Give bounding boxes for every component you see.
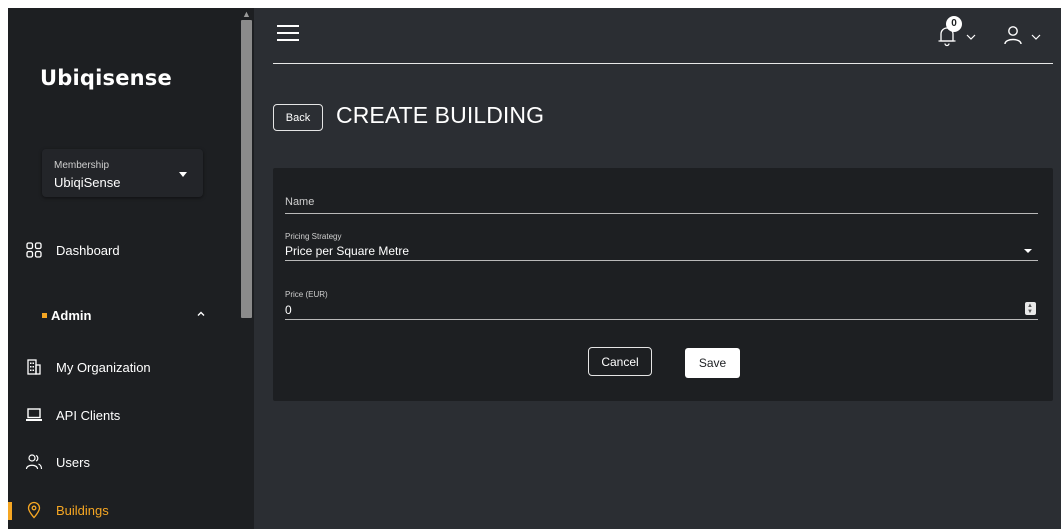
hamburger-menu-icon[interactable] — [277, 25, 299, 43]
sidebar-group-label: Admin — [51, 308, 92, 323]
sidebar-item-label: My Organization — [56, 360, 151, 375]
sidebar-item-api-clients[interactable]: API Clients — [8, 398, 239, 434]
bullet-icon — [42, 313, 47, 318]
sidebar-group-admin[interactable]: Admin — [8, 299, 239, 335]
laptop-icon — [26, 408, 42, 421]
top-header: 0 — [254, 8, 1061, 64]
sidebar-item-buildings[interactable]: Buildings — [8, 493, 239, 529]
pricing-strategy-select[interactable]: Pricing Strategy Price per Square Metre — [285, 232, 1038, 261]
sidebar-item-dashboard[interactable]: Dashboard — [8, 233, 239, 269]
app-window: Ubiqisense Membership UbiqiSense Dashboa… — [8, 8, 1061, 529]
name-input[interactable] — [285, 196, 1025, 210]
price-label: Price (EUR) — [285, 290, 328, 299]
back-button[interactable]: Back — [273, 104, 323, 131]
scrollbar-thumb[interactable] — [241, 20, 252, 318]
sidebar-item-users[interactable]: Users — [8, 445, 239, 481]
membership-value: UbiqiSense — [54, 175, 121, 190]
header-divider — [273, 63, 1053, 64]
user-icon[interactable] — [1002, 24, 1024, 46]
create-building-form: Name Pricing Strategy Price per Square M… — [273, 168, 1053, 401]
sidebar-item-label: Buildings — [56, 503, 109, 518]
brand-logo: Ubiqisense — [40, 66, 172, 90]
membership-select[interactable]: Membership UbiqiSense — [42, 149, 203, 197]
active-indicator — [8, 502, 12, 520]
notification-badge: 0 — [946, 16, 962, 32]
grid-icon — [26, 242, 42, 258]
chevron-down-icon[interactable] — [966, 33, 976, 41]
number-spinner[interactable]: ▲ ▼ — [1025, 302, 1036, 315]
sidebar-scrollbar[interactable]: ▲ — [239, 8, 254, 529]
scroll-up-icon[interactable]: ▲ — [242, 9, 251, 19]
building-icon — [27, 359, 41, 375]
save-button[interactable]: Save — [685, 348, 740, 378]
price-field[interactable]: Price (EUR) ▲ ▼ — [285, 290, 1038, 320]
pricing-strategy-label: Pricing Strategy — [285, 232, 342, 241]
sidebar-item-label: Users — [56, 455, 90, 470]
chevron-down-icon[interactable] — [1031, 33, 1041, 41]
price-input[interactable] — [285, 303, 985, 317]
spin-down-icon[interactable]: ▼ — [1027, 309, 1033, 315]
pricing-strategy-value: Price per Square Metre — [285, 244, 410, 258]
users-icon — [25, 454, 43, 470]
page-title: CREATE BUILDING — [336, 102, 545, 128]
sidebar-item-label: API Clients — [56, 408, 121, 423]
location-pin-icon — [27, 501, 41, 519]
chevron-up-icon — [197, 311, 205, 316]
membership-label: Membership — [54, 160, 110, 171]
sidebar: Ubiqisense Membership UbiqiSense Dashboa… — [8, 8, 254, 529]
caret-down-icon — [179, 172, 187, 177]
cancel-button[interactable]: Cancel — [588, 347, 652, 376]
sidebar-item-my-organization[interactable]: My Organization — [8, 350, 239, 386]
sidebar-item-label: Dashboard — [56, 243, 120, 258]
caret-down-icon — [1024, 249, 1032, 253]
name-field[interactable]: Name — [285, 192, 1038, 214]
